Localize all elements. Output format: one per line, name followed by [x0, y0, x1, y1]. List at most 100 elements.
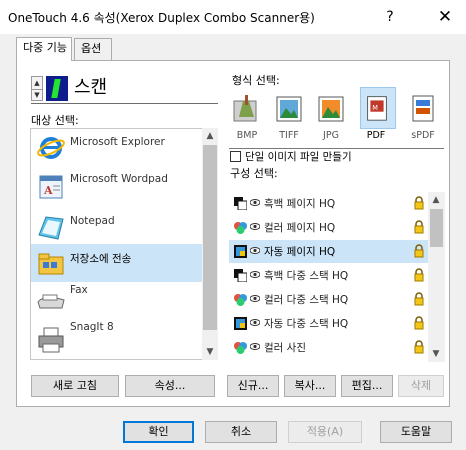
lock-icon — [414, 292, 424, 306]
properties-button[interactable]: 속성... — [125, 375, 215, 397]
eye-icon — [250, 319, 260, 326]
lock-icon — [414, 220, 424, 234]
tab-multi-function[interactable]: 다중 기능 — [16, 37, 72, 61]
format-title: 형식 선택: — [232, 74, 280, 87]
fax-icon — [37, 294, 65, 309]
auto-color-icon — [234, 245, 247, 258]
color-icon — [234, 294, 247, 306]
destination-item-fax[interactable]: Fax — [31, 281, 204, 319]
configuration-item[interactable]: 컬러 다중 스택 HQ — [229, 288, 429, 311]
configuration-item[interactable]: 자동 다중 스택 HQ — [229, 312, 429, 335]
configuration-item[interactable]: 흑백 페이지 HQ — [229, 192, 429, 215]
configuration-title: 구성 선택: — [230, 167, 278, 180]
close-button[interactable]: ✕ — [425, 4, 465, 30]
refresh-button[interactable]: 새로 고침 — [31, 375, 119, 397]
destination-item-microsoft-wordpad[interactable]: A Microsoft Wordpad — [31, 170, 204, 208]
configuration-item[interactable]: 흑백 다중 스택 HQ — [229, 264, 429, 287]
destination-item-label: 저장소에 전송 — [70, 253, 132, 265]
destination-title: 대상 선택: — [31, 114, 79, 127]
configuration-scrollbar[interactable]: ▲ ▼ — [428, 192, 445, 362]
format-bmp[interactable] — [230, 87, 264, 127]
format-label: TIFF — [279, 130, 299, 141]
format-label: sPDF — [411, 130, 435, 141]
destination-item-label: Notepad — [70, 215, 115, 227]
help-button[interactable]: 도움말 — [380, 421, 452, 443]
spinner-down-arrow-icon[interactable]: ▼ — [32, 89, 42, 101]
edit-config-button[interactable]: 편집... — [341, 375, 393, 397]
lock-icon — [414, 196, 424, 210]
destination-item-transfer-to-storage[interactable]: 저장소에 전송 — [31, 244, 204, 282]
internet-explorer-icon — [37, 137, 65, 159]
eye-icon — [250, 223, 260, 230]
scroll-down-arrow-icon[interactable]: ▼ — [428, 346, 444, 362]
configuration-item-label: 자동 페이지 HQ — [264, 246, 336, 258]
black-white-icon — [234, 269, 247, 282]
lock-icon — [414, 244, 424, 258]
tiff-icon — [276, 96, 302, 122]
format-selector[interactable]: M — [228, 87, 440, 129]
configuration-list[interactable]: 흑백 페이지 HQ 컬러 페이지 HQ 자동 페이지 HQ 흑백 다중 스택 H… — [229, 192, 445, 362]
destination-item-microsoft-explorer[interactable]: Microsoft Explorer — [31, 129, 204, 167]
scroll-up-arrow-icon[interactable]: ▲ — [428, 192, 444, 208]
ok-button[interactable]: 확인 — [123, 421, 194, 443]
svg-text:M: M — [372, 104, 378, 112]
destination-item-notepad[interactable]: Notepad — [31, 207, 204, 245]
color-icon — [234, 342, 247, 354]
scrollbar-thumb[interactable] — [203, 145, 217, 330]
tab-options[interactable]: 옵션 — [74, 38, 112, 60]
snagit-printer-icon — [38, 327, 64, 353]
jpg-icon — [318, 96, 344, 122]
lock-icon — [414, 316, 424, 330]
apply-button[interactable]: 적용(A) — [288, 421, 362, 443]
destination-item-snagit[interactable]: SnagIt 8 — [31, 318, 204, 356]
divider — [31, 103, 218, 104]
scrollbar-thumb[interactable] — [430, 209, 443, 247]
destination-scrollbar[interactable]: ▲ ▼ — [202, 128, 218, 360]
help-title-button[interactable]: ? — [370, 4, 410, 30]
destination-item-label: Fax — [70, 284, 88, 296]
single-image-file-checkbox[interactable] — [230, 151, 241, 162]
format-label: JPG — [323, 130, 339, 141]
black-white-icon — [234, 197, 247, 210]
scroll-down-arrow-icon[interactable]: ▼ — [202, 344, 218, 360]
lock-icon — [414, 340, 424, 354]
configuration-item-label: 자동 다중 스택 HQ — [264, 318, 349, 330]
destination-item-label: SnagIt 8 — [70, 321, 114, 333]
configuration-item[interactable]: 컬러 사진 — [229, 336, 429, 359]
copy-config-button[interactable]: 복사... — [284, 375, 336, 397]
configuration-item-label: 흑백 다중 스택 HQ — [264, 270, 349, 282]
configuration-item-label: 컬러 사진 — [264, 342, 306, 354]
eye-icon — [250, 247, 260, 254]
wordpad-icon: A — [39, 175, 63, 199]
delete-config-button[interactable]: 삭제 — [398, 375, 444, 397]
window-title: OneTouch 4.6 속성(Xerox Duplex Combo Scann… — [8, 11, 315, 25]
spdf-icon — [412, 95, 434, 122]
eye-icon — [250, 271, 260, 278]
scroll-up-arrow-icon[interactable]: ▲ — [202, 128, 218, 144]
eye-icon — [250, 343, 260, 350]
destination-item-label: Microsoft Explorer — [70, 136, 165, 148]
format-tiff[interactable] — [272, 87, 306, 127]
format-jpg[interactable] — [314, 87, 348, 127]
format-pdf[interactable]: M — [360, 87, 396, 129]
destination-list[interactable]: Microsoft Explorer A Microsoft Wordpad N… — [30, 128, 218, 360]
configuration-item-label: 흑백 페이지 HQ — [264, 198, 336, 210]
destination-item-label: Microsoft Wordpad — [70, 173, 168, 185]
notepad-icon — [38, 216, 64, 240]
eye-icon — [250, 295, 260, 302]
configuration-item[interactable]: 컬러 페이지 HQ — [229, 216, 429, 239]
configuration-item-label: 컬러 페이지 HQ — [264, 222, 336, 234]
bmp-icon — [233, 95, 257, 122]
scan-mode-label: 스캔 — [74, 77, 108, 98]
color-icon — [234, 222, 247, 234]
eye-icon — [250, 199, 260, 206]
scan-mode-icon — [46, 76, 68, 101]
svg-text:A: A — [43, 184, 53, 197]
scan-mode-spinner[interactable]: ▲ ▼ — [31, 76, 43, 101]
format-label: BMP — [236, 130, 258, 141]
new-config-button[interactable]: 신규... — [227, 375, 279, 397]
format-spdf[interactable] — [406, 87, 440, 127]
configuration-item[interactable]: 자동 페이지 HQ — [229, 240, 429, 263]
single-image-file-label[interactable]: 단일 이미지 파일 만들기 — [245, 149, 352, 164]
cancel-button[interactable]: 취소 — [205, 421, 277, 443]
